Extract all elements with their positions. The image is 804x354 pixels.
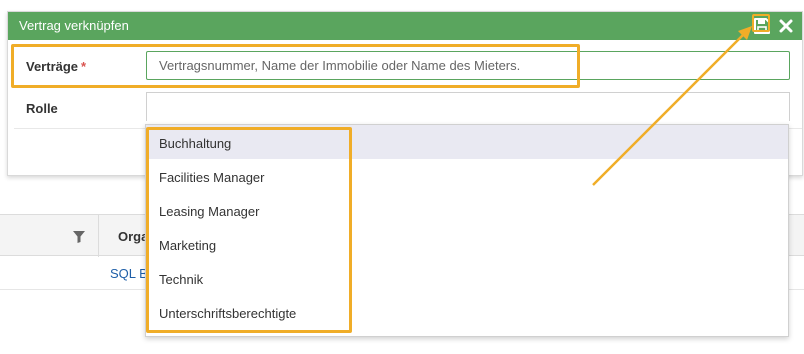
dialog-title: Vertrag verknüpfen: [19, 18, 129, 33]
column-divider: [98, 215, 99, 257]
contracts-label: Verträge *: [26, 59, 86, 74]
role-dropdown-list: Buchhaltung Facilities Manager Leasing M…: [145, 124, 789, 337]
role-option[interactable]: Facilities Manager: [146, 159, 788, 193]
role-option[interactable]: Leasing Manager: [146, 193, 788, 227]
column-header-title[interactable]: Orga: [118, 229, 148, 244]
required-marker: *: [81, 59, 87, 74]
save-icon[interactable]: [753, 17, 771, 35]
contracts-label-text: Verträge: [26, 59, 79, 74]
filter-icon[interactable]: [73, 231, 85, 243]
role-option[interactable]: Unterschriftsberechtigte: [146, 295, 788, 329]
role-label: Rolle: [26, 101, 58, 116]
role-option[interactable]: Technik: [146, 261, 788, 295]
role-select[interactable]: [146, 92, 790, 121]
role-option[interactable]: Buchhaltung: [146, 125, 788, 159]
grid-cell[interactable]: SQL B: [110, 266, 148, 281]
role-option[interactable]: Marketing: [146, 227, 788, 261]
dialog-titlebar: Vertrag verknüpfen: [8, 12, 802, 40]
contracts-search-input[interactable]: [146, 51, 790, 80]
close-icon[interactable]: [777, 17, 795, 35]
